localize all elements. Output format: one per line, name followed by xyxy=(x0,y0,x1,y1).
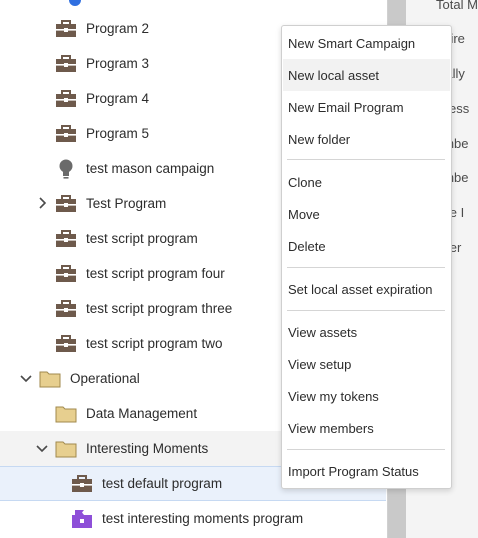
tree-item-label: test script program two xyxy=(86,336,223,351)
menu-item-delete[interactable]: Delete xyxy=(283,230,450,262)
menu-item-new-smart-campaign[interactable]: New Smart Campaign xyxy=(283,27,450,59)
partial-icon xyxy=(60,0,82,10)
menu-separator xyxy=(287,267,445,268)
program-icon xyxy=(55,299,77,319)
tree-item-label: test default program xyxy=(102,476,223,491)
tree-item-test-interesting-moments-program[interactable]: test interesting moments program xyxy=(0,501,386,536)
tree-item-label: Program 2 xyxy=(86,21,150,36)
program-icon xyxy=(55,229,77,249)
tree-item-label: test script program four xyxy=(86,266,225,281)
tree-item-label: Program 5 xyxy=(86,126,150,141)
program-icon xyxy=(55,194,77,214)
tree-item-label: Operational xyxy=(70,371,140,386)
tree-item-label: test interesting moments program xyxy=(102,511,304,526)
menu-item-view-members[interactable]: View members xyxy=(283,412,450,444)
menu-item-view-assets[interactable]: View assets xyxy=(283,316,450,348)
detail-text-fragment: Total M xyxy=(436,0,478,12)
menu-separator xyxy=(287,449,445,450)
folder-icon xyxy=(55,439,77,459)
menu-separator xyxy=(287,159,445,160)
tree-item-label: Program 4 xyxy=(86,91,150,106)
tree-item-label: test mason campaign xyxy=(86,161,215,176)
chevron-down-icon[interactable] xyxy=(20,372,32,384)
tree-item-label: Interesting Moments xyxy=(86,441,209,456)
menu-item-new-email-program[interactable]: New Email Program xyxy=(283,91,450,123)
menu-item-set-local-asset-expiration[interactable]: Set local asset expiration xyxy=(283,273,450,305)
smart-campaign-icon xyxy=(55,158,77,179)
menu-item-move[interactable]: Move xyxy=(283,198,450,230)
program-icon xyxy=(55,264,77,284)
program-icon xyxy=(55,54,77,74)
context-menu: New Smart Campaign New local asset New E… xyxy=(281,25,452,489)
menu-separator xyxy=(287,310,445,311)
tree-item-label: Test Program xyxy=(86,196,167,211)
tree-item-label: Program 3 xyxy=(86,56,150,71)
program-icon xyxy=(55,124,77,144)
menu-item-import-program-status[interactable]: Import Program Status xyxy=(283,455,450,487)
menu-item-clone[interactable]: Clone xyxy=(283,166,450,198)
menu-item-view-setup[interactable]: View setup xyxy=(283,348,450,380)
menu-item-view-my-tokens[interactable]: View my tokens xyxy=(283,380,450,412)
menu-item-new-folder[interactable]: New folder xyxy=(283,123,450,155)
event-program-icon xyxy=(71,509,93,529)
program-icon xyxy=(55,89,77,109)
program-icon xyxy=(71,474,93,494)
folder-icon xyxy=(39,369,61,389)
folder-icon xyxy=(55,404,77,424)
chevron-down-icon[interactable] xyxy=(36,442,48,454)
tree-item-label: test script program three xyxy=(86,301,233,316)
tree-item-label: test script program xyxy=(86,231,198,246)
program-icon xyxy=(55,19,77,39)
menu-item-new-local-asset[interactable]: New local asset xyxy=(283,59,450,91)
tree-item-label: Data Management xyxy=(86,406,198,421)
program-icon xyxy=(55,334,77,354)
chevron-right-icon[interactable] xyxy=(36,197,48,209)
